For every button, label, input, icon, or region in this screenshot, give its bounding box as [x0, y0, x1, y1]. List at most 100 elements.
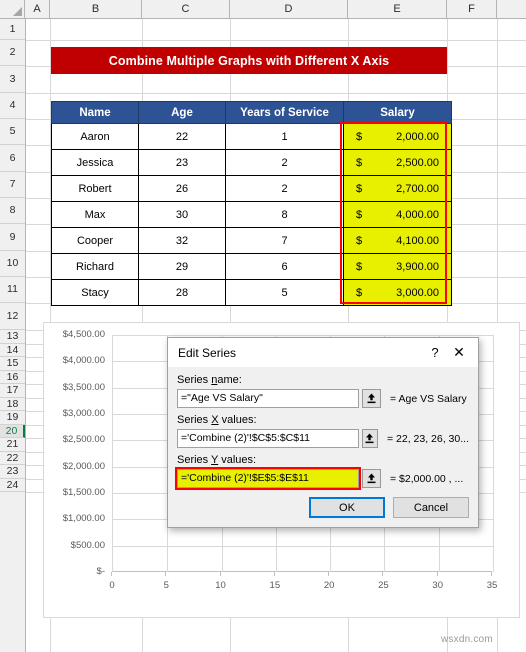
cell-salary[interactable]: $3,000.00: [343, 279, 452, 306]
chart-x-tick-label: 5: [163, 580, 169, 591]
cell-age[interactable]: 26: [138, 175, 226, 202]
chart-x-tickmark: [491, 572, 492, 576]
cell-name[interactable]: Stacy: [51, 279, 139, 306]
row-header-17[interactable]: 17: [0, 384, 25, 398]
cell-name[interactable]: Cooper: [51, 227, 139, 254]
salary-amount: 3,900.00: [396, 260, 439, 273]
currency-symbol: $: [356, 208, 363, 221]
row-header-20[interactable]: 20: [0, 425, 25, 438]
cell-name[interactable]: Aaron: [51, 123, 139, 150]
row-header-14[interactable]: 14: [0, 344, 25, 357]
column-header-name[interactable]: Name: [51, 101, 139, 124]
column-header-c[interactable]: C: [142, 0, 230, 18]
cell-name[interactable]: Robert: [51, 175, 139, 202]
range-selector-icon-name[interactable]: [362, 389, 381, 408]
column-header-e[interactable]: E: [348, 0, 447, 18]
row-header-21[interactable]: 21: [0, 438, 25, 452]
column-header-age[interactable]: Age: [138, 101, 226, 124]
cell-years[interactable]: 2: [225, 149, 344, 176]
chart-x-tick-label: 20: [323, 580, 335, 591]
cell-years[interactable]: 5: [225, 279, 344, 306]
row-header-18[interactable]: 18: [0, 398, 25, 411]
column-header-f[interactable]: F: [447, 0, 497, 18]
chart-x-tick-label: 10: [215, 580, 226, 591]
select-all-corner[interactable]: [0, 0, 25, 18]
row-header-5[interactable]: 5: [0, 119, 25, 145]
dialog-button-row: OK Cancel: [168, 494, 478, 527]
row-header-23[interactable]: 23: [0, 465, 25, 479]
edit-series-dialog[interactable]: Edit Series ? ✕ Series name: ="Age VS Sa…: [167, 337, 479, 528]
row-header-9[interactable]: 9: [0, 224, 25, 251]
cell-salary[interactable]: $2,500.00: [343, 149, 452, 176]
series-y-label: Series Y values:: [177, 454, 257, 466]
data-table: Name Age Years of Service Salary Aaron 22…: [51, 101, 452, 306]
row-header-24[interactable]: 24: [0, 479, 25, 492]
cell-years[interactable]: 2: [225, 175, 344, 202]
row-header-1[interactable]: 1: [0, 19, 25, 40]
row-header-8[interactable]: 8: [0, 198, 25, 224]
cell-years[interactable]: 1: [225, 123, 344, 150]
range-selector-icon-x[interactable]: [362, 429, 378, 448]
column-header-years-of-service[interactable]: Years of Service: [225, 101, 344, 124]
help-icon[interactable]: ?: [424, 342, 446, 364]
chart-x-tickmark: [382, 572, 384, 576]
column-header-d[interactable]: D: [230, 0, 348, 18]
row-header-16[interactable]: 16: [0, 371, 25, 384]
row-header-6[interactable]: 6: [0, 145, 25, 172]
row-header-10[interactable]: 10: [0, 251, 25, 277]
cell-age[interactable]: 32: [138, 227, 226, 254]
row-header-4[interactable]: 4: [0, 93, 25, 119]
table-row: Cooper 32 7 $4,100.00: [51, 227, 452, 254]
row-header-19[interactable]: 19: [0, 411, 25, 425]
cancel-button[interactable]: Cancel: [393, 497, 469, 518]
table-row: Robert 26 2 $2,700.00: [51, 175, 452, 202]
cell-age[interactable]: 29: [138, 253, 226, 280]
cell-salary[interactable]: $2,000.00: [343, 123, 452, 150]
chart-x-tick-label: 30: [432, 580, 443, 591]
series-x-row: ='Combine (2)'!$C$5:$C$11 = 22, 23, 26, …: [177, 429, 469, 448]
cell-salary[interactable]: $2,700.00: [343, 175, 452, 202]
series-y-input[interactable]: ='Combine (2)'!$E$5:$E$11: [177, 469, 359, 488]
chart-gridline-horizontal: [113, 335, 493, 336]
chart-x-tick-label: 15: [269, 580, 281, 591]
cell-years[interactable]: 8: [225, 201, 344, 228]
currency-symbol: $: [356, 286, 363, 299]
series-y-preview: = $2,000.00 , ...: [390, 472, 464, 485]
column-header-a[interactable]: A: [25, 0, 50, 18]
table-row: Max 30 8 $4,000.00: [51, 201, 452, 228]
column-header-salary[interactable]: Salary: [343, 101, 452, 124]
row-header-bar[interactable]: 1 2 3 4 5 6 7 8 9 10 11 12 13 14 15 16 17 18 19 20 21 22 23 24: [0, 19, 26, 652]
column-header-b[interactable]: B: [50, 0, 142, 18]
cell-age[interactable]: 22: [138, 123, 226, 150]
row-header-13[interactable]: 13: [0, 330, 25, 344]
cell-salary[interactable]: $3,900.00: [343, 253, 452, 280]
cell-age[interactable]: 28: [138, 279, 226, 306]
row-header-11[interactable]: 11: [0, 277, 25, 303]
row-header-2[interactable]: 2: [0, 40, 25, 66]
series-name-input[interactable]: ="Age VS Salary": [177, 389, 359, 408]
close-icon[interactable]: ✕: [446, 342, 472, 364]
salary-amount: 3,000.00: [396, 286, 439, 299]
cell-salary[interactable]: $4,100.00: [343, 227, 452, 254]
ok-button[interactable]: OK: [309, 497, 385, 518]
cell-name[interactable]: Richard: [51, 253, 139, 280]
row-header-12[interactable]: 12: [0, 303, 25, 330]
cell-name[interactable]: Jessica: [51, 149, 139, 176]
series-x-input[interactable]: ='Combine (2)'!$C$5:$C$11: [177, 429, 359, 448]
cell-age[interactable]: 30: [138, 201, 226, 228]
series-y-row: ='Combine (2)'!$E$5:$E$11 = $2,000.00 , …: [175, 467, 469, 490]
range-selector-icon-y[interactable]: [362, 469, 381, 488]
column-header-bar[interactable]: ABCDEF: [0, 0, 526, 19]
row-header-22[interactable]: 22: [0, 452, 25, 465]
cell-age[interactable]: 23: [138, 149, 226, 176]
cell-salary[interactable]: $4,000.00: [343, 201, 452, 228]
row-header-3[interactable]: 3: [0, 66, 25, 93]
row-header-7[interactable]: 7: [0, 172, 25, 198]
currency-symbol: $: [356, 234, 363, 247]
cell-years[interactable]: 6: [225, 253, 344, 280]
chart-x-tick-label: 25: [378, 580, 389, 591]
chart-y-tick-label: $4,500.00: [62, 329, 105, 340]
row-header-15[interactable]: 15: [0, 357, 25, 371]
cell-years[interactable]: 7: [225, 227, 344, 254]
cell-name[interactable]: Max: [51, 201, 139, 228]
